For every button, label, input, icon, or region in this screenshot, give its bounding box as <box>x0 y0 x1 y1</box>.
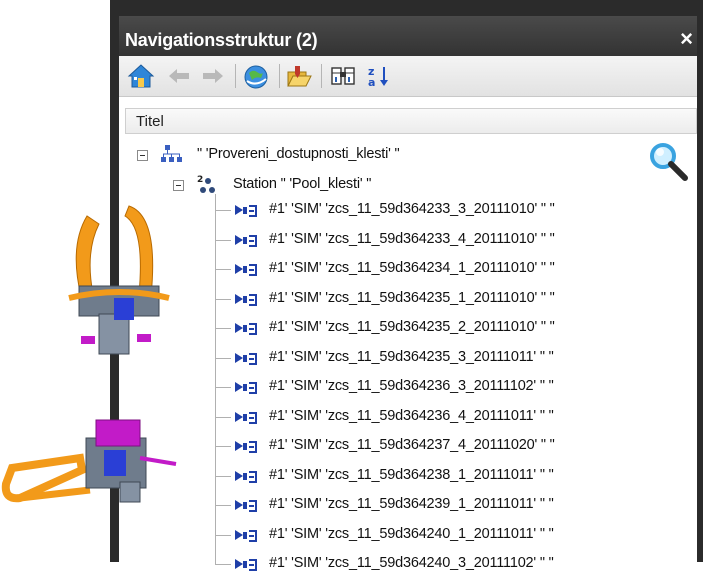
home-icon[interactable] <box>127 63 155 89</box>
tree-simulation-item[interactable]: #1' 'SIM' 'zcs_11_59d364235_3_20111011' … <box>119 348 697 370</box>
network-node-icon <box>159 143 185 172</box>
tree-connector-line <box>215 357 231 359</box>
tree-connector-line <box>215 446 231 447</box>
simulation-icon <box>233 527 259 550</box>
tree-simulation-item[interactable]: #1' 'SIM' 'zcs_11_59d364236_3_20111102' … <box>119 377 697 399</box>
tree-simulation-item[interactable]: #1' 'SIM' 'zcs_11_59d364234_1_20111010' … <box>119 259 697 281</box>
tree-connector-line <box>215 210 231 211</box>
simulation-item-label: #1' 'SIM' 'zcs_11_59d364238_1_20111011' … <box>269 466 554 483</box>
svg-text:2: 2 <box>197 175 203 185</box>
column-header-label: Titel <box>136 113 164 130</box>
tree-simulation-item[interactable]: #1' 'SIM' 'zcs_11_59d364235_2_20111010' … <box>119 318 697 340</box>
sort-az-icon[interactable]: z a <box>365 63 393 89</box>
panel-titlebar: Navigationsstruktur (2) × <box>119 16 697 56</box>
simulation-item-label: #1' 'SIM' 'zcs_11_59d364236_3_20111102' … <box>269 378 554 394</box>
simulation-item-label: #1' 'SIM' 'zcs_11_59d364235_2_20111010' … <box>269 319 555 335</box>
station-node-label: Station " 'Pool_klesti' " <box>233 176 372 192</box>
tree-connector-line <box>215 416 231 418</box>
simulation-icon <box>233 409 259 432</box>
tree-simulation-item[interactable]: #1' 'SIM' 'zcs_11_59d364236_4_20111011' … <box>119 407 697 429</box>
simulation-item-label: #1' 'SIM' 'zcs_11_59d364240_1_20111011' … <box>269 525 554 542</box>
simulation-icon <box>233 291 259 314</box>
open-folder-icon[interactable] <box>285 63 313 89</box>
navigation-tree: " 'Provereni_dostupnosti_klesti' " 2 Sta… <box>119 136 697 571</box>
simulation-item-label: #1' 'SIM' 'zcs_11_59d364233_3_20111010' … <box>269 201 555 217</box>
tree-simulation-item[interactable]: #1' 'SIM' 'zcs_11_59d364235_1_20111010' … <box>119 289 697 311</box>
tree-simulation-item[interactable]: #1' 'SIM' 'zcs_11_59d364233_3_20111010' … <box>119 200 697 222</box>
tree-station-node[interactable]: 2 Station " 'Pool_klesti' " <box>119 174 697 196</box>
simulation-item-label: #1' 'SIM' 'zcs_11_59d364234_1_20111010' … <box>269 260 555 276</box>
column-header-title[interactable]: Titel <box>125 108 697 134</box>
tree-simulation-item[interactable]: #1' 'SIM' 'zcs_11_59d364233_4_20111010' … <box>119 230 697 252</box>
simulation-icon <box>233 379 259 402</box>
tree-connector-line <box>215 269 231 270</box>
tree-simulation-item[interactable]: #1' 'SIM' 'zcs_11_59d364237_4_20111020' … <box>119 436 697 458</box>
back-arrow-icon[interactable] <box>165 63 193 89</box>
simulation-icon <box>233 350 259 373</box>
welding-gun-image-2 <box>0 398 180 533</box>
simulation-icon <box>233 556 259 579</box>
close-icon[interactable]: × <box>680 26 693 52</box>
tree-connector-line <box>215 298 231 300</box>
root-node-label: " 'Provereni_dostupnosti_klesti' " <box>197 146 400 162</box>
tree-connector-line <box>215 505 231 506</box>
simulation-icon <box>233 438 259 461</box>
app-frame-right <box>697 16 703 562</box>
tree-simulation-item[interactable]: #1' 'SIM' 'zcs_11_59d364238_1_20111011' … <box>119 466 697 488</box>
tree-simulation-item[interactable]: #1' 'SIM' 'zcs_11_59d364240_3_20111102' … <box>119 554 697 576</box>
simulation-icon <box>233 261 259 284</box>
simulation-item-label: #1' 'SIM' 'zcs_11_59d364239_1_20111011' … <box>269 496 554 512</box>
simulation-item-label: #1' 'SIM' 'zcs_11_59d364237_4_20111020' … <box>269 437 555 453</box>
simulation-item-label: #1' 'SIM' 'zcs_11_59d364233_4_20111010' … <box>269 230 555 247</box>
simulation-item-label: #1' 'SIM' 'zcs_11_59d364236_4_20111011' … <box>269 407 554 424</box>
globe-refresh-icon[interactable] <box>241 63 269 89</box>
toolbar-separator <box>321 64 322 88</box>
simulation-item-label: #1' 'SIM' 'zcs_11_59d364240_3_20111102' … <box>269 555 554 571</box>
station-icon: 2 <box>195 173 221 202</box>
tree-simulation-item[interactable]: #1' 'SIM' 'zcs_11_59d364239_1_20111011' … <box>119 495 697 517</box>
simulation-icon <box>233 202 259 225</box>
simulation-icon <box>233 232 259 255</box>
tree-connector-line <box>215 239 231 241</box>
welding-gun-image-1 <box>59 186 179 391</box>
panel-title: Navigationsstruktur (2) <box>125 30 318 50</box>
toolbar-separator <box>235 64 236 88</box>
toolbar-separator <box>279 64 280 88</box>
binoculars-icon[interactable] <box>329 63 357 89</box>
tree-root-node[interactable]: " 'Provereni_dostupnosti_klesti' " <box>119 144 697 166</box>
svg-text:a: a <box>368 76 375 89</box>
tree-connector-line <box>215 564 231 565</box>
toolbar: z a <box>119 56 697 97</box>
tree-connector-line <box>215 328 231 329</box>
forward-arrow-icon[interactable] <box>199 63 227 89</box>
collapse-toggle[interactable] <box>137 150 148 161</box>
navigation-structure-panel: Navigationsstruktur (2) × z a Titel " 'P… <box>1 16 697 571</box>
simulation-item-label: #1' 'SIM' 'zcs_11_59d364235_1_20111010' … <box>269 289 555 306</box>
simulation-icon <box>233 320 259 343</box>
tree-connector-line <box>215 534 231 536</box>
simulation-icon <box>233 468 259 491</box>
app-frame-top <box>110 0 703 16</box>
tree-connector-line <box>215 475 231 477</box>
tree-connector-line <box>215 387 231 388</box>
tree-simulation-item[interactable]: #1' 'SIM' 'zcs_11_59d364240_1_20111011' … <box>119 525 697 547</box>
simulation-item-label: #1' 'SIM' 'zcs_11_59d364235_3_20111011' … <box>269 348 554 365</box>
simulation-icon <box>233 497 259 520</box>
